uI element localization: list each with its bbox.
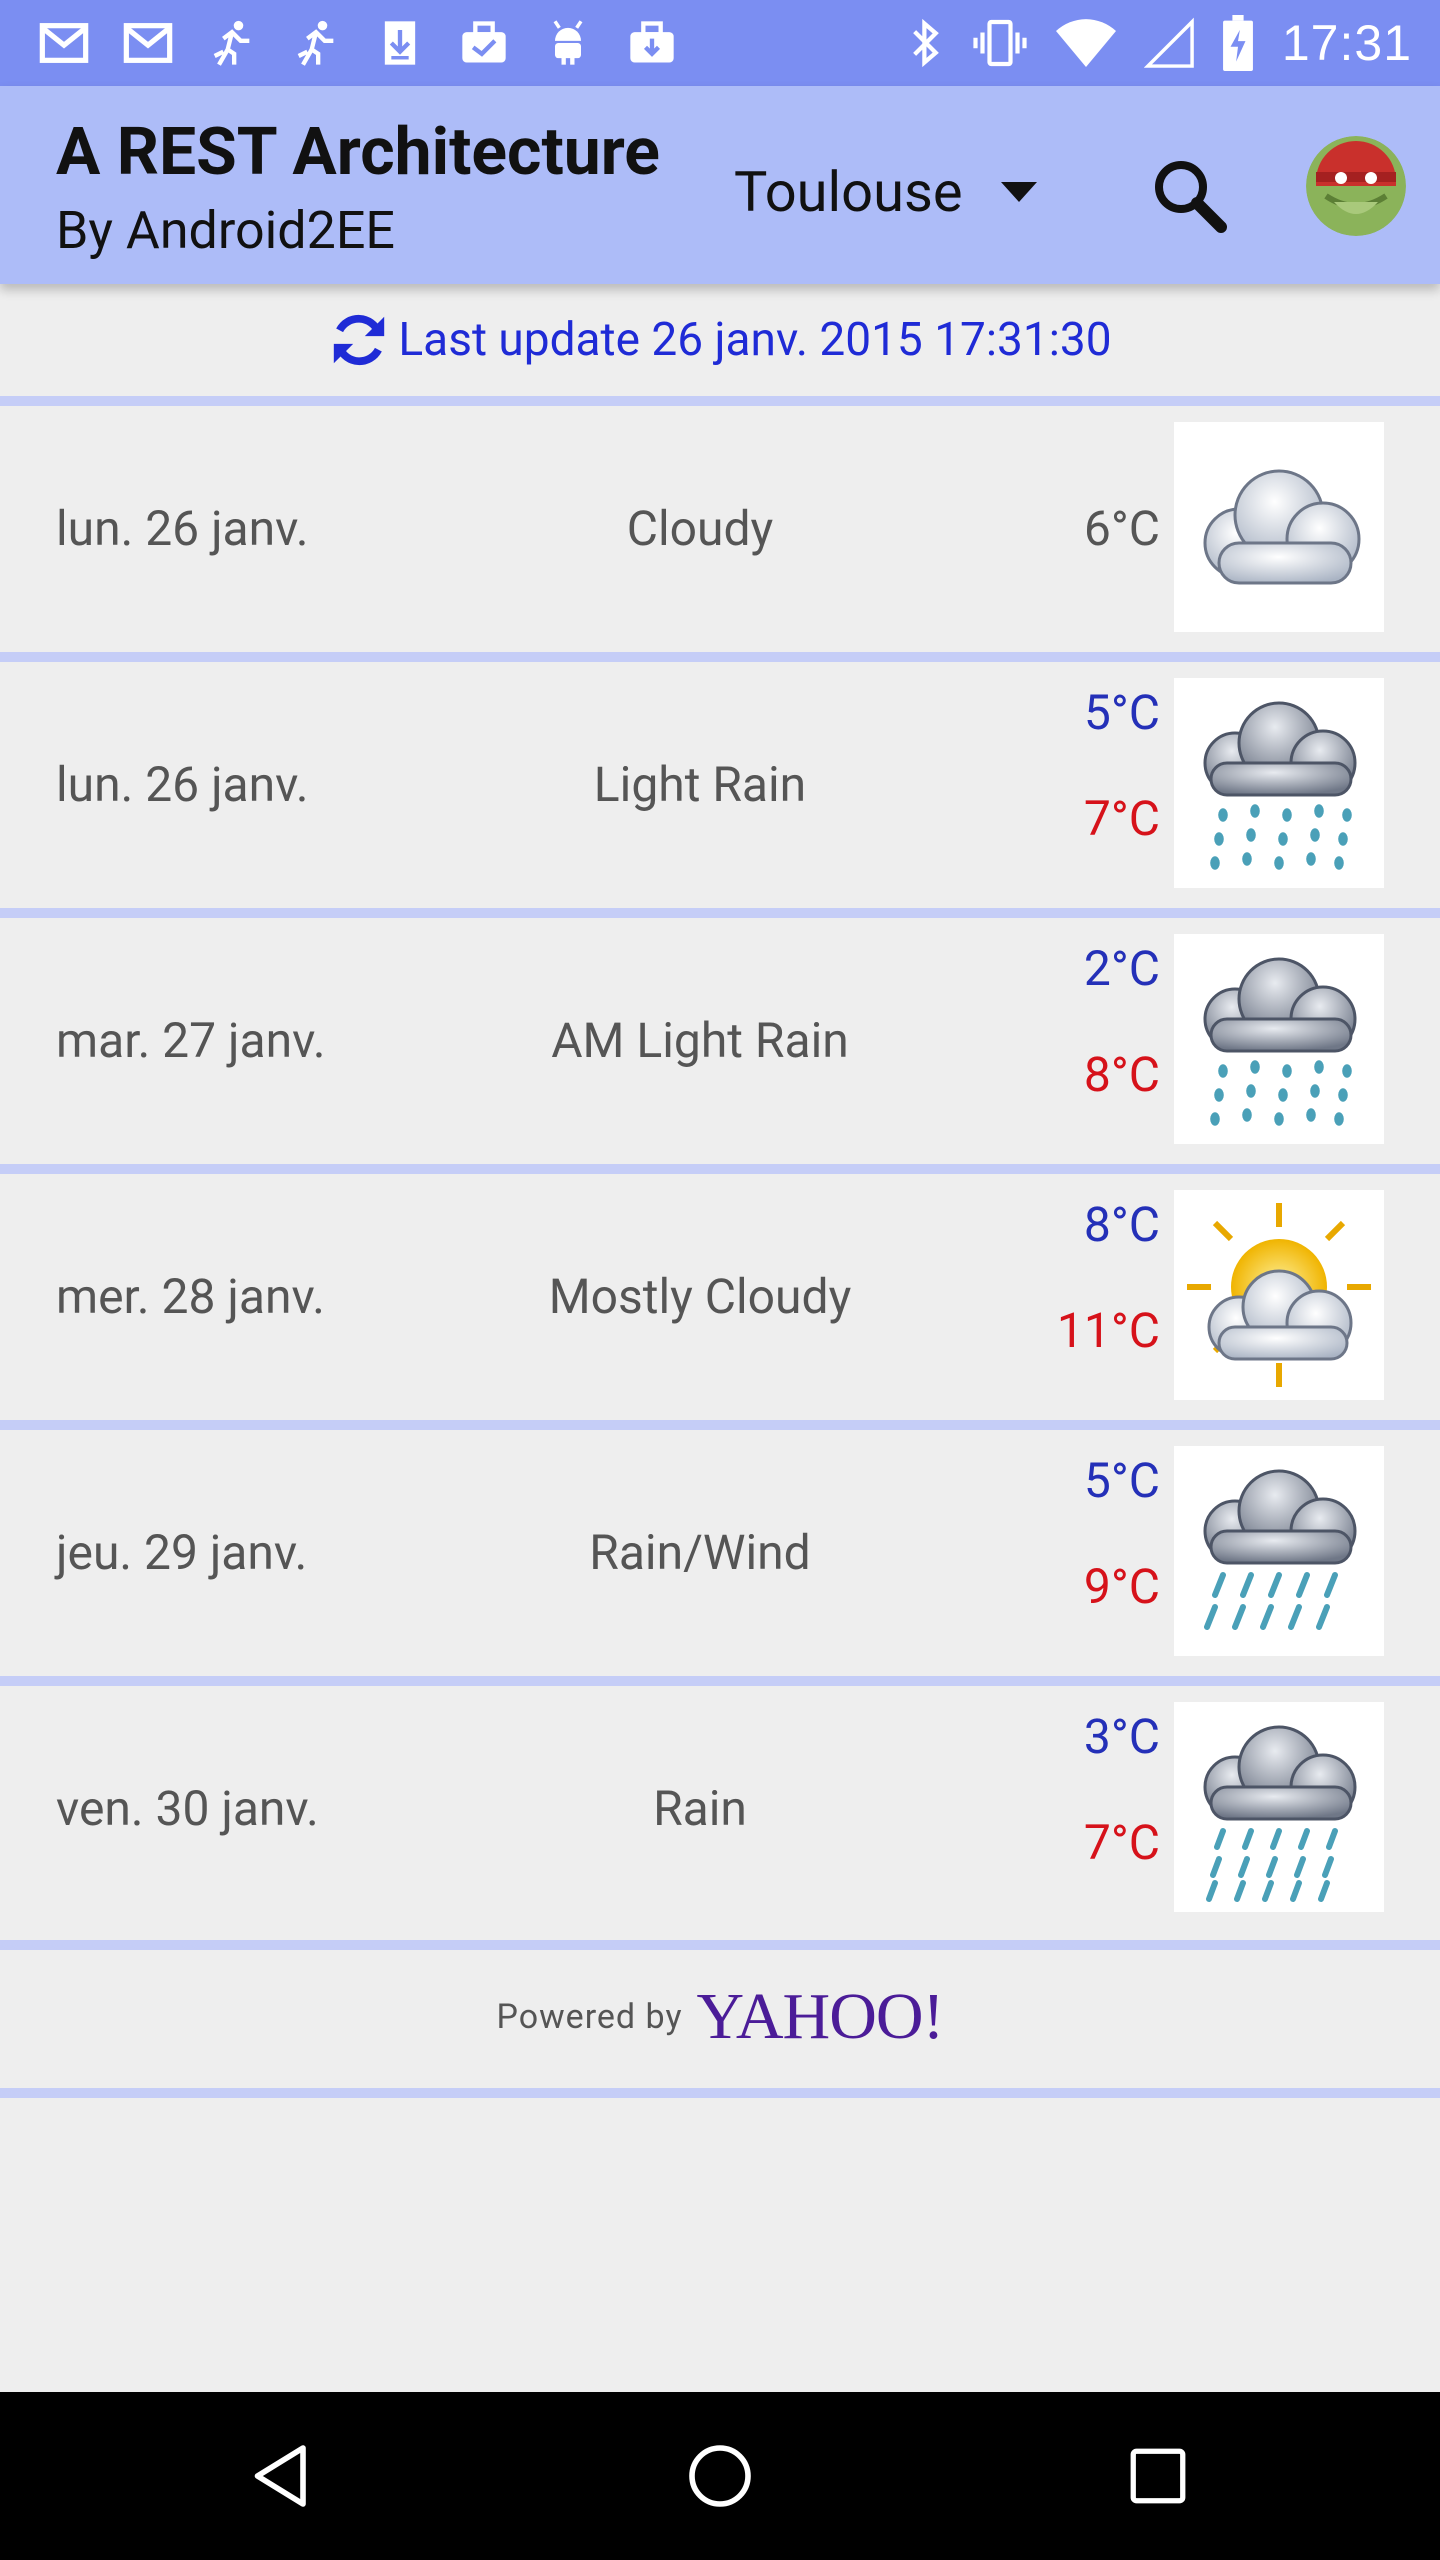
vibrate-icon [973,19,1027,67]
yahoo-logo: YAHOO! [696,1980,945,2053]
forecast-high-temperature: 8°C [1083,1046,1160,1103]
forecast-temperature: 6°C [1083,500,1160,557]
battery-charging-icon [1222,15,1253,71]
light-rain-icon [1174,934,1384,1144]
forecast-description: Rain/Wind [589,1524,811,1581]
notification-icons [36,14,680,72]
android-icon [540,15,596,71]
navigation-bar [0,2392,1440,2560]
forecast-row[interactable]: mar. 27 janv. AM Light Rain 2°C 8°C [0,918,1440,1164]
forecast-date: jeu. 29 janv. [56,1524,308,1581]
light-rain-icon [1174,678,1384,888]
android-avatar-icon [1306,136,1406,236]
forecast-low-temperature: 5°C [1083,1452,1160,1509]
gmail-icon [120,15,176,71]
forecast-date: lun. 26 janv. [56,756,309,813]
gmail-icon [36,15,92,71]
home-button[interactable] [670,2426,770,2526]
recents-icon [1130,2448,1186,2504]
forecast-date: lun. 26 janv. [56,500,309,557]
divider [0,396,1440,406]
powered-by-yahoo[interactable]: Powered by YAHOO! [0,1952,1440,2082]
status-bar: 17:31 [0,0,1440,86]
last-update-bar[interactable]: Last update 26 janv. 2015 17:31:30 [0,284,1440,396]
runner-icon [288,15,344,71]
rain-wind-icon [1174,1446,1384,1656]
recents-button[interactable] [1108,2426,1208,2526]
home-icon [689,2445,751,2507]
mostly-cloudy-icon [1174,1190,1384,1400]
briefcase-icon [624,15,680,71]
app-bar: A REST Architecture By Android2EE Toulou… [0,86,1440,284]
forecast-row[interactable]: ven. 30 janv. Rain 3°C 7°C [0,1686,1440,1932]
divider [0,1940,1440,1950]
forecast-date: ven. 30 janv. [56,1780,319,1837]
rain-icon [1174,1702,1384,1912]
forecast-low-temperature: 8°C [1083,1196,1160,1253]
forecast-row[interactable]: lun. 26 janv. Cloudy 6°C [0,406,1440,652]
forecast-description: AM Light Rain [551,1012,849,1069]
forecast-date: mar. 27 janv. [56,1012,326,1069]
forecast-low-temperature: 2°C [1083,940,1160,997]
back-button[interactable] [232,2426,332,2526]
divider [0,1420,1440,1430]
divider [0,1164,1440,1174]
system-icons: 17:31 [906,10,1412,76]
forecast-description: Mostly Cloudy [548,1268,852,1325]
forecast-row[interactable]: jeu. 29 janv. Rain/Wind 5°C 9°C [0,1430,1440,1676]
forecast-description: Rain [653,1780,747,1837]
divider [0,2088,1440,2098]
back-icon [254,2445,306,2507]
forecast-date: mer. 28 janv. [56,1268,325,1325]
download-icon [372,15,428,71]
forecast-high-temperature: 9°C [1083,1558,1160,1615]
app-subtitle: By Android2EE [56,200,395,261]
app-title: A REST Architecture [56,114,660,191]
signal-icon [1143,17,1194,68]
briefcase-check-icon [456,15,512,71]
bluetooth-icon [913,18,939,68]
forecast-low-temperature: 3°C [1083,1708,1160,1765]
forecast-low-temperature: 5°C [1083,684,1160,741]
city-dropdown[interactable]: Toulouse [734,152,1037,232]
cloudy-icon [1174,422,1384,632]
forecast-row[interactable]: mer. 28 janv. Mostly Cloudy 8°C 11°C [0,1174,1440,1420]
forecast-high-temperature: 7°C [1083,1814,1160,1871]
chevron-down-icon [1000,182,1037,202]
powered-by-label: Powered by [496,1997,683,2037]
last-update-text: Last update 26 janv. 2015 17:31:30 [398,313,1112,367]
runner-icon [204,15,260,71]
wifi-icon [1055,19,1116,67]
search-icon [1155,161,1227,233]
divider [0,908,1440,918]
divider [0,1676,1440,1686]
forecast-description: Cloudy [626,500,774,557]
forecast-high-temperature: 7°C [1083,790,1160,847]
avatar[interactable] [1306,136,1406,236]
clock: 17:31 [1281,15,1412,71]
forecast-high-temperature: 11°C [1056,1302,1160,1359]
forecast-row[interactable]: lun. 26 janv. Light Rain 5°C 7°C [0,662,1440,908]
city-dropdown-label: Toulouse [734,159,963,225]
search-button[interactable] [1144,150,1234,240]
refresh-icon [334,314,385,366]
forecast-description: Light Rain [593,756,807,813]
divider [0,652,1440,662]
